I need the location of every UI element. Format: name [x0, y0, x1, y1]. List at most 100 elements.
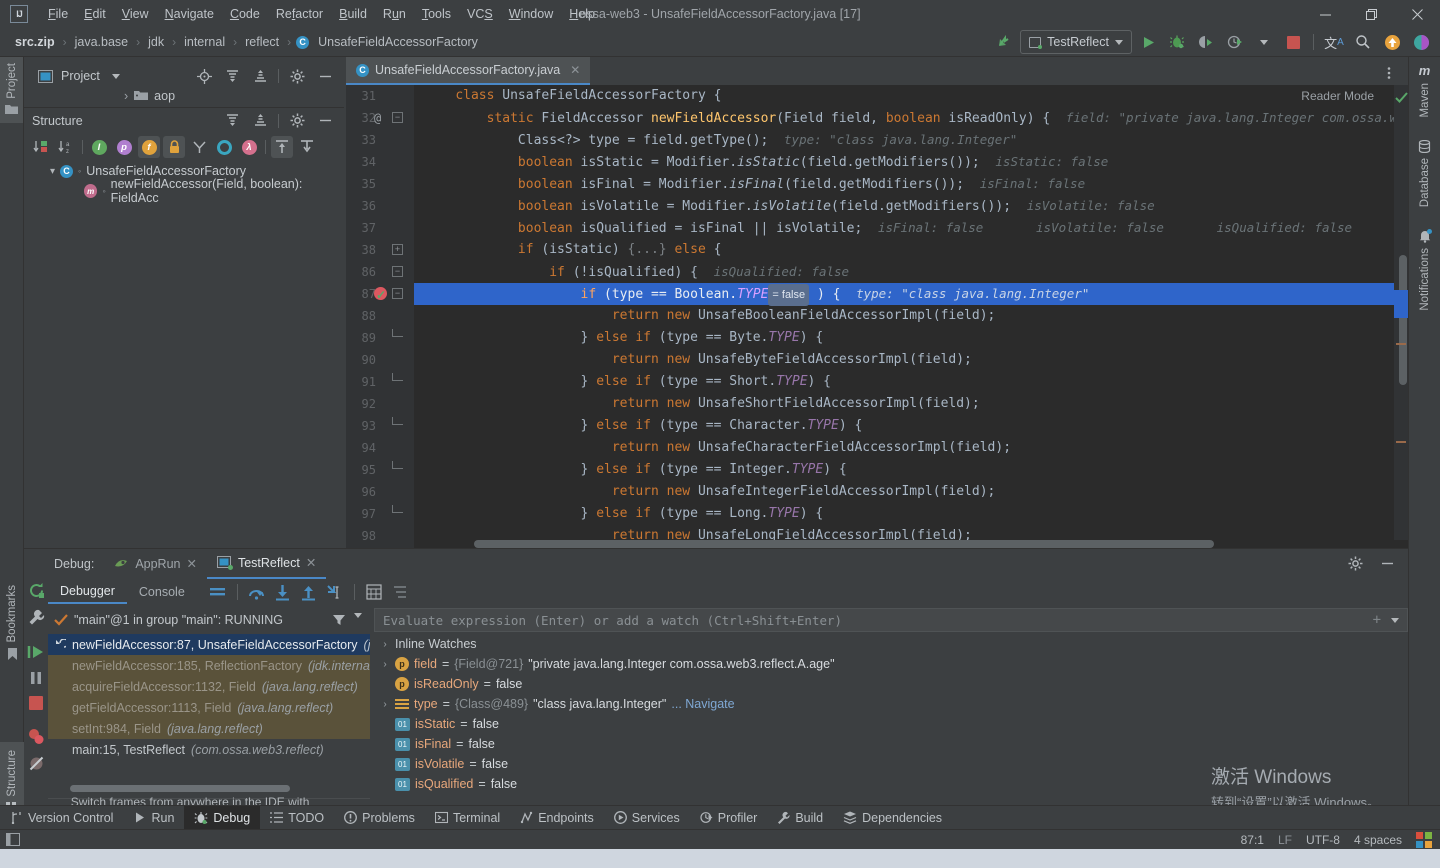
sort-values-icon[interactable] [387, 580, 413, 604]
fold-toggle-icon[interactable] [392, 505, 403, 513]
close-icon[interactable]: ✕ [306, 555, 316, 570]
menu-code[interactable]: Code [222, 4, 268, 24]
menu-edit[interactable]: Edit [76, 4, 114, 24]
stripe-mark[interactable] [1396, 343, 1406, 345]
chevron-down-icon[interactable] [1251, 30, 1277, 54]
chevron-down-icon[interactable] [354, 613, 362, 618]
code-line-33[interactable]: 33 Class<?> type = field.getType(); type… [414, 129, 1394, 151]
tool-window-button-version-control[interactable]: Version Control [0, 806, 123, 830]
breakpoint-icon[interactable] [374, 287, 387, 300]
error-stripe[interactable] [1394, 85, 1408, 548]
breadcrumb-item-javabase[interactable]: java.base [72, 34, 132, 50]
more-options-icon[interactable] [1376, 61, 1402, 85]
code-line-87[interactable]: 87− if (type == Boolean.TYPE= false ) { … [414, 283, 1394, 305]
code-line-92[interactable]: 92 return new UnsafeShortFieldAccessorIm… [414, 393, 1394, 415]
minimize-button[interactable] [1302, 0, 1348, 28]
maximize-button[interactable] [1348, 0, 1394, 28]
code-line-38[interactable]: 38+ if (isStatic) {...} else { [414, 239, 1394, 261]
variable-row[interactable]: ›Inline Watches [374, 634, 1408, 654]
step-out-icon[interactable] [296, 580, 322, 604]
filter-icon[interactable] [332, 613, 346, 627]
variable-row[interactable]: 01isStatic=false [374, 714, 1408, 734]
step-into-icon[interactable] [270, 580, 296, 604]
frame-row[interactable]: newFieldAccessor:185, ReflectionFactory … [48, 655, 370, 676]
code-editor[interactable]: Reader Mode 31 class UnsafeFieldAccessor… [346, 85, 1408, 548]
stop-icon[interactable] [1280, 30, 1306, 54]
code-line-35[interactable]: 35 boolean isFinal = Modifier.isFinal(fi… [414, 173, 1394, 195]
close-icon[interactable]: ✕ [570, 63, 580, 77]
code-line-86[interactable]: 86− if (!isQualified) { isQualified: fal… [414, 261, 1394, 283]
layout-settings-icon[interactable] [205, 580, 231, 604]
menu-run[interactable]: Run [375, 4, 414, 24]
profiler-icon[interactable] [1222, 30, 1248, 54]
tool-button-project[interactable]: Project [0, 57, 23, 123]
stripe-mark[interactable] [1396, 441, 1406, 443]
chevron-down-icon[interactable]: ▾ [50, 166, 55, 177]
variables-tree[interactable]: ›Inline Watches›pfield={Field@721}"priva… [374, 634, 1408, 819]
code-line-32[interactable]: 32@− static FieldAccessor newFieldAccess… [414, 107, 1394, 129]
project-tree[interactable]: › aop [24, 84, 344, 107]
fold-toggle-icon[interactable] [392, 373, 403, 381]
frame-row[interactable]: acquireFieldAccessor:1132, Field (java.l… [48, 676, 370, 697]
breadcrumb-item-reflect[interactable]: reflect [242, 34, 282, 50]
editor-vertical-scrollbar[interactable] [1399, 255, 1407, 385]
chevron-down-icon[interactable] [112, 74, 120, 79]
evaluate-expression-input[interactable]: Evaluate expression (Enter) or add a wat… [374, 608, 1408, 632]
fold-toggle-icon[interactable]: − [392, 112, 403, 123]
translate-icon[interactable]: 文A [1321, 30, 1347, 54]
file-encoding[interactable]: UTF-8 [1306, 833, 1340, 847]
fold-toggle-icon[interactable] [392, 329, 403, 337]
frames-list[interactable]: newFieldAccessor:87, UnsafeFieldAccessor… [48, 634, 370, 794]
frames-horizontal-scrollbar[interactable] [70, 785, 290, 792]
tool-button-maven[interactable]: m Maven [1409, 57, 1440, 118]
variable-row[interactable]: ›type={Class@489}"class java.lang.Intege… [374, 694, 1408, 714]
tool-window-button-debug[interactable]: Debug [184, 806, 260, 830]
search-icon[interactable] [1350, 30, 1376, 54]
code-line-97[interactable]: 97 } else if (type == Long.TYPE) { [414, 503, 1394, 525]
menu-refactor[interactable]: Refactor [268, 4, 331, 24]
breadcrumb-item-jdk[interactable]: jdk [145, 34, 167, 50]
gear-icon[interactable] [284, 109, 310, 133]
tool-window-button-terminal[interactable]: Terminal [425, 806, 510, 830]
expand-all-icon[interactable] [219, 109, 245, 133]
show-properties-icon[interactable]: p [113, 136, 135, 158]
stop-icon[interactable] [29, 696, 43, 710]
chevron-right-icon[interactable]: › [380, 699, 390, 710]
menu-window[interactable]: Window [501, 4, 561, 24]
code-line-37[interactable]: 37 boolean isQualified = isFinal || isVo… [414, 217, 1394, 239]
chevron-right-icon[interactable]: › [124, 89, 128, 103]
show-non-public-icon[interactable] [163, 136, 185, 158]
sort-by-visibility-icon[interactable] [30, 136, 52, 158]
menu-vcs[interactable]: VCS [459, 4, 501, 24]
tool-window-button-build[interactable]: Build [767, 806, 833, 830]
structure-item-method[interactable]: m ◦ newFieldAccessor(Field, boolean): Fi… [24, 181, 344, 201]
debug-session-tab-apprun[interactable]: AppRun ✕ [104, 549, 207, 579]
variable-row[interactable]: 01isFinal=false [374, 734, 1408, 754]
code-line-36[interactable]: 36 boolean isVolatile = Modifier.isVolat… [414, 195, 1394, 217]
breadcrumb-item-internal[interactable]: internal [181, 34, 228, 50]
settings-wrench-icon[interactable] [28, 609, 45, 626]
fold-toggle-icon[interactable]: − [392, 288, 403, 299]
fold-toggle-icon[interactable] [392, 461, 403, 469]
inspection-ok-icon[interactable] [1395, 91, 1408, 104]
caret-position[interactable]: 87:1 [1241, 833, 1264, 847]
show-inherited-icon[interactable]: I [88, 136, 110, 158]
variable-row[interactable]: 01isQualified=false [374, 774, 1408, 794]
close-button[interactable] [1394, 0, 1440, 28]
collapse-all-icon[interactable] [247, 109, 273, 133]
chevron-right-icon[interactable]: › [380, 639, 390, 650]
view-breakpoints-icon[interactable] [28, 728, 45, 745]
code-line-95[interactable]: 95 } else if (type == Integer.TYPE) { [414, 459, 1394, 481]
fold-toggle-icon[interactable]: − [392, 266, 403, 277]
editor-horizontal-scrollbar[interactable] [414, 540, 1408, 548]
line-separator[interactable]: LF [1278, 833, 1292, 847]
navigate-link[interactable]: ... Navigate [671, 697, 734, 711]
hide-panel-icon[interactable] [312, 109, 338, 133]
code-line-34[interactable]: 34 boolean isStatic = Modifier.isStatic(… [414, 151, 1394, 173]
resume-program-icon[interactable] [27, 644, 45, 660]
frame-row[interactable]: setInt:984, Field (java.lang.reflect) [48, 718, 370, 739]
variable-row[interactable]: pisReadOnly=false [374, 674, 1408, 694]
frame-row[interactable]: main:15, TestReflect (com.ossa.web3.refl… [48, 739, 370, 760]
rerun-icon[interactable] [28, 582, 45, 599]
debug-icon[interactable] [1164, 30, 1190, 54]
